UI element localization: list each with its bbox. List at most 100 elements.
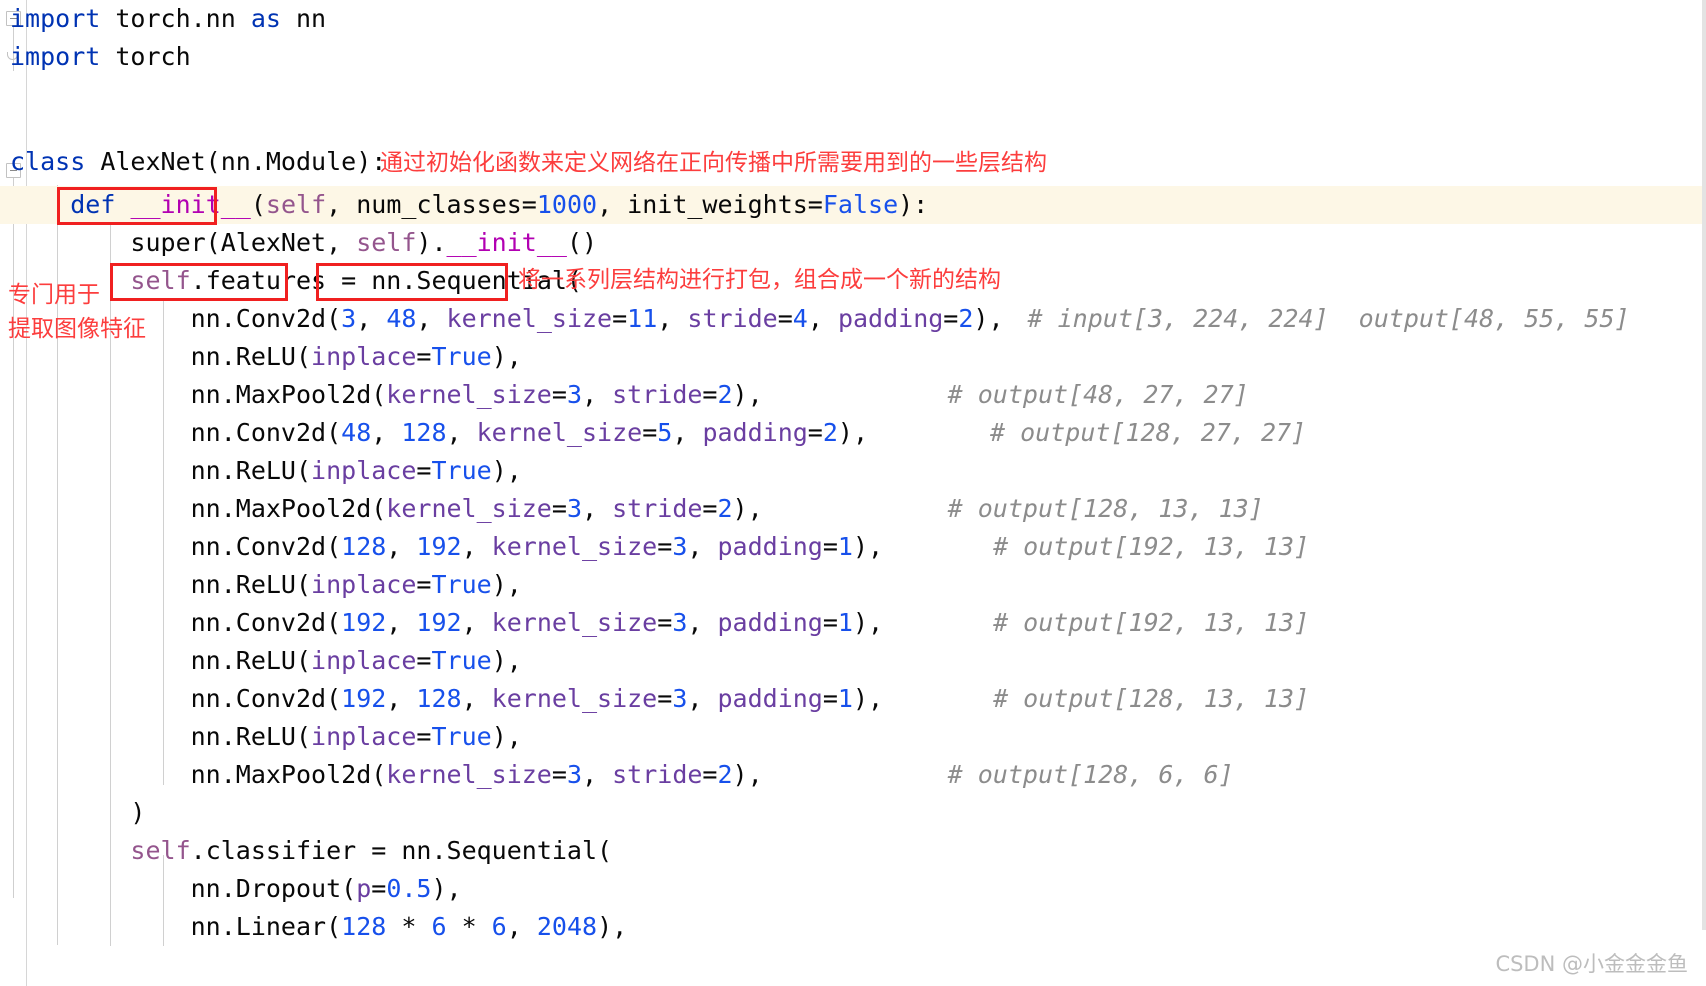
token-text: = [702,760,718,789]
code-line-19[interactable]: nn.Conv2d(192, 128, kernel_size=3, paddi… [0,680,1706,718]
token-text: , [582,760,613,789]
token-text: , [416,304,447,333]
token-text: = [822,532,838,561]
token-number: 192 [341,608,387,637]
token-text: nn [280,4,327,33]
code-line-20[interactable]: nn.ReLU(inplace=True), [0,718,1706,756]
token-text: = [612,304,628,333]
token-number: 2 [822,418,838,447]
token-text: = [822,608,838,637]
code-line-3[interactable] [0,76,1706,114]
token-text: super(AlexNet, [130,228,357,257]
code-line-13[interactable]: nn.ReLU(inplace=True), [0,452,1706,490]
token-kwarg: inplace [311,646,417,675]
token-text: ), [852,532,884,561]
token-text: = [807,418,823,447]
token-text: nn.ReLU( [190,570,312,599]
token-text: = [702,380,718,409]
token-kwarg: padding [717,532,823,561]
token-text: , [687,684,718,713]
token-text: , [371,418,402,447]
token-text: ), [491,456,522,485]
token-number: 128 [401,418,447,447]
token-text: , [386,532,417,561]
token-boolean: True [431,722,492,751]
token-text: = [551,760,567,789]
code-line-7[interactable]: super(AlexNet, self).__init__() [0,224,1706,262]
token-text: nn.Conv2d( [190,532,342,561]
token-text: = [416,646,432,675]
token-self: self [130,836,191,865]
code-line-12[interactable]: nn.Conv2d(48, 128, kernel_size=5, paddin… [0,414,1706,452]
code-line-10[interactable]: nn.ReLU(inplace=True), [0,338,1706,376]
token-text: = [943,304,959,333]
code-line-6[interactable]: def __init__(self, num_classes=1000, ini… [0,186,1706,224]
vertical-scrollbar[interactable] [1702,0,1706,986]
token-number: 2 [717,494,733,523]
token-text: = [657,532,673,561]
token-kwarg: kernel_size [386,494,552,523]
token-text: , init_weights= [597,190,823,219]
token-text: = [416,570,432,599]
token-boolean: True [431,456,492,485]
token-number: 3 [566,494,582,523]
code-line-1[interactable]: import torch.nn as nn [0,0,1706,38]
code-line-2[interactable]: import torch [0,38,1706,76]
token-text: , [461,608,492,637]
token-kwarg: p [356,874,372,903]
token-text: ), [732,380,763,409]
token-text: ), [491,646,522,675]
code-line-15[interactable]: nn.Conv2d(128, 192, kernel_size=3, paddi… [0,528,1706,566]
code-line-22[interactable]: ) [0,794,1706,832]
token-kwarg: kernel_size [386,760,552,789]
token-kwarg: inplace [311,570,417,599]
code-line-21[interactable]: nn.MaxPool2d(kernel_size=3, stride=2), # … [0,756,1706,794]
token-text: = [551,494,567,523]
code-comment: # output[128, 6, 6] [947,760,1234,789]
csdn-watermark: CSDN @小金金金鱼 [1495,952,1688,976]
code-line-11[interactable]: nn.MaxPool2d(kernel_size=3, stride=2), # … [0,376,1706,414]
code-line-14[interactable]: nn.MaxPool2d(kernel_size=3, stride=2), # … [0,490,1706,528]
code-line-16[interactable]: nn.ReLU(inplace=True), [0,566,1706,604]
code-comment: # output[128, 27, 27] [990,418,1307,447]
token-number: 1 [837,532,853,561]
token-kwarg: padding [717,608,823,637]
token-number: 3 [672,608,688,637]
token-kwarg: kernel_size [386,380,552,409]
code-line-23[interactable]: self.classifier = nn.Sequential( [0,832,1706,870]
token-text: ( [250,190,266,219]
token-text: , [687,532,718,561]
token-text: = [551,380,567,409]
token-text: nn.MaxPool2d( [190,380,387,409]
code-comment: # output[128, 13, 13] [993,684,1310,713]
scrollbar-thumb[interactable] [1702,0,1706,930]
token-text: = [702,494,718,523]
code-line-18[interactable]: nn.ReLU(inplace=True), [0,642,1706,680]
code-line-17[interactable]: nn.Conv2d(192, 192, kernel_size=3, paddi… [0,604,1706,642]
code-editor[interactable]: import torch.nn as nn import torch class… [0,0,1706,986]
token-boolean: True [431,570,492,599]
token-kwarg: inplace [311,342,417,371]
token-text: , [386,608,417,637]
token-text: , [386,684,417,713]
token-text: = [416,342,432,371]
annotation-sequential-comment: 将一系列层结构进行打包，组合成一个新的结构 [518,267,1001,293]
token-kwarg: stride [612,494,703,523]
code-line-24[interactable]: nn.Dropout(p=0.5), [0,870,1706,908]
code-line-25[interactable]: nn.Linear(128 * 6 * 6, 2048), [0,908,1706,946]
token-text: torch.nn [100,4,251,33]
token-text: ): [898,190,929,219]
code-comment: # output[192, 13, 13] [993,532,1310,561]
token-text: , [672,418,703,447]
code-line-9[interactable]: nn.Conv2d(3, 48, kernel_size=11, stride=… [0,300,1706,338]
token-text: = [416,722,432,751]
token-number: 192 [341,684,387,713]
token-text: ), [852,608,884,637]
token-kwarg: kernel_size [491,608,658,637]
token-magic-method: __init__ [130,190,251,219]
token-number: 128 [341,912,387,941]
token-number: 3 [672,532,688,561]
token-text: * [386,912,432,941]
token-text: = [371,874,387,903]
